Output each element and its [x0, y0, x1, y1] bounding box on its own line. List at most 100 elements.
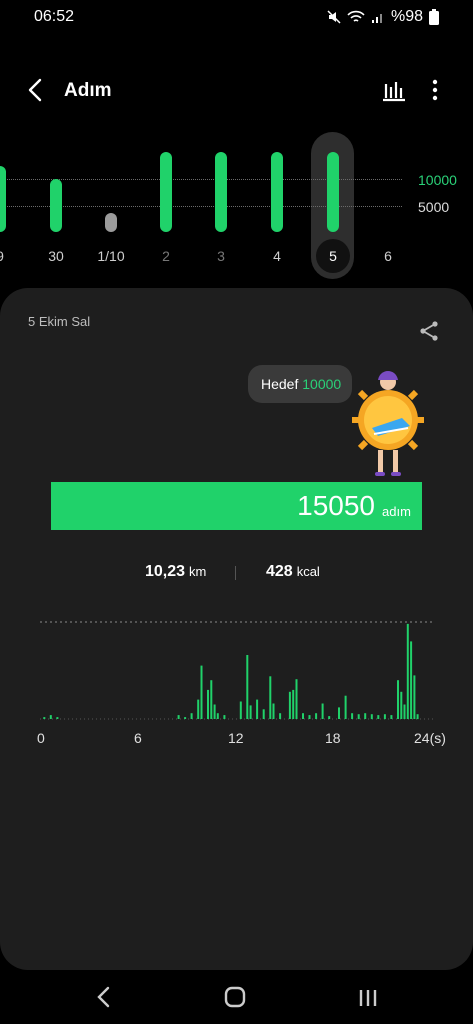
- hourly-bar: [216, 713, 219, 719]
- hourly-bar: [56, 717, 59, 719]
- hourly-bar: [295, 679, 298, 719]
- hourly-bar: [390, 715, 393, 719]
- hourly-bar: [338, 707, 340, 719]
- chart-view-button[interactable]: [382, 78, 406, 102]
- distance-value: 10,23: [145, 563, 186, 580]
- hourly-bar: [256, 699, 259, 719]
- hourly-bar: [357, 714, 360, 720]
- hourly-bar: [197, 699, 200, 719]
- nav-back-icon: [97, 986, 110, 1008]
- calories-unit: kcal: [296, 564, 320, 579]
- hourly-bar: [315, 713, 318, 719]
- hourly-bar: [321, 703, 324, 719]
- day-label[interactable]: 3: [191, 248, 251, 264]
- share-icon: [420, 321, 438, 341]
- hourly-bar: [177, 715, 180, 719]
- hourly-bar: [249, 705, 252, 719]
- signal-icon: [371, 14, 382, 23]
- hourly-bar: [377, 715, 380, 719]
- distance-unit: km: [189, 564, 207, 579]
- hour-tick-label: 12: [228, 730, 244, 746]
- day-label[interactable]: 30: [26, 248, 86, 264]
- page-title: Adım: [64, 80, 112, 101]
- hourly-bar: [416, 714, 419, 720]
- hourly-bar: [184, 717, 187, 719]
- hourly-bar: [351, 713, 354, 719]
- hourly-bar: [49, 715, 52, 719]
- hourly-bar: [400, 691, 403, 719]
- hourly-bar: [262, 709, 265, 719]
- nav-home-button[interactable]: [223, 985, 247, 1009]
- goal-prefix: Hedef: [261, 376, 299, 392]
- battery-percent: %98: [390, 8, 423, 25]
- day-label[interactable]: 6: [358, 248, 418, 264]
- hourly-bar: [397, 680, 399, 719]
- nav-home-icon: [224, 986, 246, 1008]
- hourly-bar: [406, 623, 409, 719]
- hourly-bar: [413, 675, 416, 719]
- chevron-left-icon: [28, 78, 42, 102]
- hour-tick-label: 18: [325, 730, 341, 746]
- hour-tick-label: 6: [134, 730, 142, 746]
- day-bar-3[interactable]: [215, 152, 227, 232]
- step-unit: adım: [382, 504, 411, 519]
- nav-recents-button[interactable]: [357, 988, 379, 1008]
- hourly-bar: [190, 713, 193, 719]
- bar-chart-icon: [383, 82, 405, 102]
- day-bar-5[interactable]: [327, 152, 339, 232]
- hourly-bar: [43, 717, 46, 719]
- hourly-bar: [364, 713, 367, 719]
- calories-value: 428: [266, 563, 293, 580]
- hourly-bar: [269, 676, 272, 719]
- goal-value: 10000: [302, 376, 342, 392]
- goal-text: Hedef 10000: [261, 376, 341, 392]
- back-button[interactable]: [24, 76, 48, 104]
- wifi-icon: [347, 10, 365, 22]
- nav-recents-icon: [359, 990, 377, 1006]
- nav-back-button[interactable]: [94, 986, 114, 1008]
- hourly-bar: [239, 701, 242, 719]
- hourly-bar: [292, 689, 295, 719]
- day-bar-2[interactable]: [160, 152, 172, 232]
- hourly-bar: [213, 704, 216, 719]
- hourly-bar: [383, 714, 386, 720]
- battery-icon: [429, 9, 439, 25]
- hourly-bar: [308, 715, 311, 719]
- hourly-bar: [246, 655, 249, 719]
- hourly-steps-chart: [40, 621, 433, 720]
- hourly-bars: [43, 623, 419, 720]
- hourly-bar: [279, 713, 282, 719]
- hourly-bar: [272, 703, 275, 719]
- hourly-bar: [370, 714, 373, 720]
- mid-axis-label: 5000: [418, 199, 450, 215]
- hour-tick-label: 0: [37, 730, 45, 746]
- hourly-bar: [403, 704, 406, 719]
- calories-stat: 428 kcal: [266, 563, 320, 581]
- status-icons: %98: [327, 8, 439, 26]
- hourly-bar: [410, 641, 413, 719]
- day-bar-9[interactable]: [0, 166, 6, 232]
- day-label[interactable]: 2: [136, 248, 196, 264]
- goal-axis-label: 10000: [418, 172, 457, 188]
- hourly-bar: [223, 715, 226, 719]
- more-vertical-icon: [432, 79, 438, 101]
- hourly-bar: [328, 716, 331, 719]
- hourly-bar: [207, 689, 209, 719]
- mute-icon: [327, 10, 341, 24]
- hourly-bar: [302, 713, 304, 719]
- more-options-button[interactable]: [424, 78, 446, 102]
- share-button[interactable]: [418, 320, 440, 342]
- distance-stat: 10,23 km: [145, 563, 206, 581]
- day-label-selected[interactable]: 5: [303, 248, 363, 264]
- hourly-bar: [344, 695, 347, 719]
- step-count: 15050: [297, 490, 375, 521]
- stat-divider: [235, 566, 236, 580]
- day-bar-4[interactable]: [271, 152, 283, 232]
- day-bar-30[interactable]: [50, 179, 62, 232]
- status-time: 06:52: [34, 8, 75, 25]
- selected-date: 5 Ekim Sal: [28, 314, 91, 329]
- day-label[interactable]: 4: [247, 248, 307, 264]
- day-label[interactable]: 1/10: [81, 248, 141, 264]
- day-bar-1-10[interactable]: [105, 213, 117, 232]
- hour-tick-label: 24(s): [414, 730, 446, 746]
